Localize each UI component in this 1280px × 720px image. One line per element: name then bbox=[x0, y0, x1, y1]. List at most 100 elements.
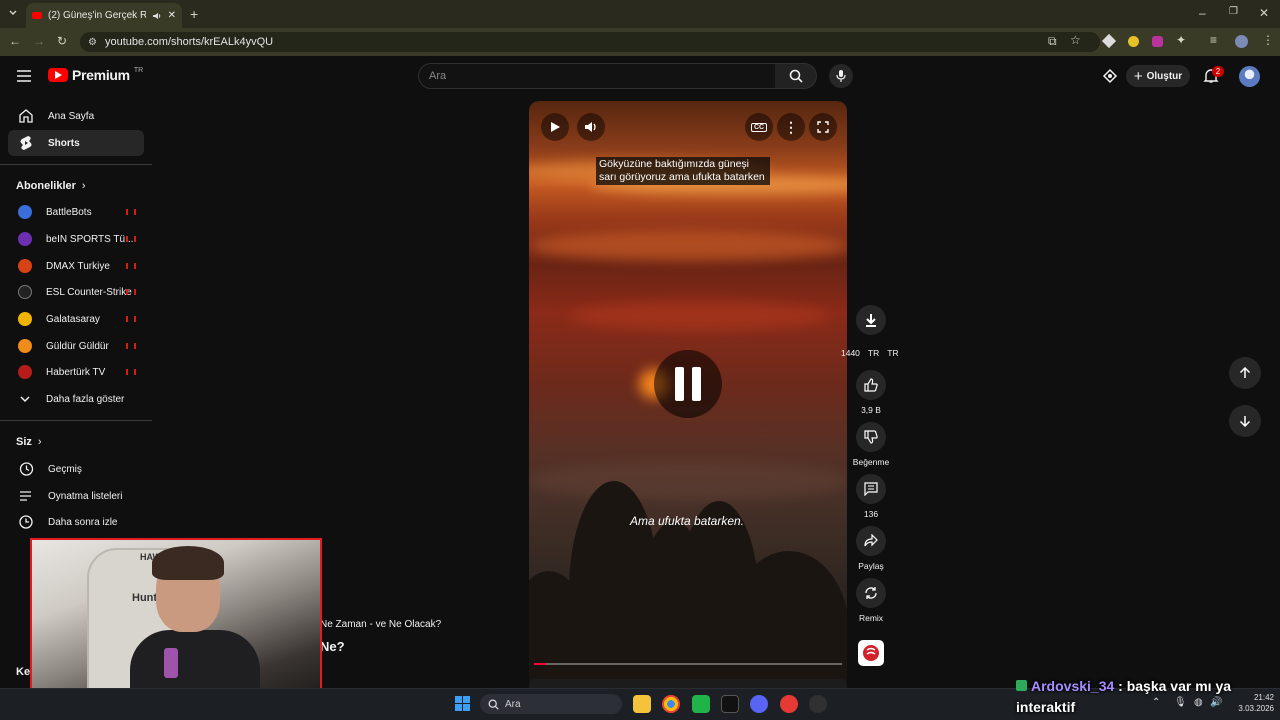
subscription-item[interactable]: beIN SPORTS Tü... bbox=[8, 226, 144, 252]
sidebar-item-home[interactable]: Ana Sayfa bbox=[8, 103, 144, 129]
account-avatar[interactable] bbox=[1239, 66, 1260, 87]
live-indicator-icon bbox=[126, 236, 136, 242]
create-button[interactable]: + Oluştur bbox=[1126, 65, 1190, 87]
extension-pink-icon[interactable] bbox=[1152, 36, 1163, 47]
restore-icon[interactable]: ❐ bbox=[1229, 6, 1238, 17]
you-title: Siz bbox=[16, 436, 32, 448]
pause-bar bbox=[692, 367, 701, 401]
download-button[interactable] bbox=[856, 305, 886, 335]
next-short-button[interactable] bbox=[1229, 405, 1261, 437]
haze bbox=[529, 461, 847, 501]
history-icon bbox=[19, 462, 34, 476]
close-window-icon[interactable]: ✕ bbox=[1259, 6, 1269, 20]
comments-button[interactable] bbox=[856, 474, 886, 504]
channel-name: Güldür Güldür bbox=[46, 340, 109, 352]
show-more-button[interactable]: Daha fazla göster bbox=[8, 386, 144, 412]
youtube-logo[interactable]: Premium TR bbox=[48, 67, 143, 83]
reading-list-icon[interactable]: ≡ bbox=[1210, 33, 1217, 47]
browser-tab[interactable]: (2) Güneş'in Gerçek Rengi N ✕ bbox=[26, 3, 182, 28]
pause-overlay-button[interactable] bbox=[654, 350, 722, 418]
profile-avatar-icon[interactable] bbox=[1235, 35, 1248, 48]
sidebar-item-label: Ana Sayfa bbox=[48, 110, 95, 122]
subscriptions-heading[interactable]: Abonelikler › bbox=[16, 180, 86, 192]
chevron-right-icon: › bbox=[37, 436, 42, 448]
sidebar-item-watch-later[interactable]: Daha sonra izle bbox=[8, 509, 144, 535]
back-icon[interactable]: ← bbox=[9, 34, 21, 48]
stream-chat-message: Ardovski_34 : başka var mı ya interaktif bbox=[1016, 676, 1280, 718]
shorts-icon bbox=[20, 136, 32, 150]
subscription-item[interactable]: Galatasaray bbox=[8, 306, 144, 332]
partial-section-heading: Ke bbox=[16, 666, 31, 678]
subscription-item[interactable]: DMAX Turkiye bbox=[8, 253, 144, 279]
cast-icon[interactable] bbox=[1102, 68, 1118, 84]
bookmark-star-icon[interactable]: ☆ bbox=[1070, 33, 1081, 47]
taskbar-search-placeholder: Ara bbox=[505, 698, 521, 710]
microphone-light bbox=[164, 648, 178, 678]
sidebar-item-label: Shorts bbox=[48, 137, 80, 149]
new-tab-icon[interactable]: + bbox=[190, 6, 198, 22]
remix-button[interactable] bbox=[856, 578, 886, 608]
site-info-icon[interactable]: ⚙ bbox=[88, 37, 97, 48]
subscription-item[interactable]: Güldür Güldür bbox=[8, 333, 144, 359]
subscription-item[interactable]: ESL Counter-Strike bbox=[8, 279, 144, 305]
play-icon bbox=[551, 122, 560, 132]
channel-avatar bbox=[18, 365, 32, 379]
minimize-icon[interactable]: – bbox=[1199, 6, 1206, 20]
channel-avatar bbox=[18, 232, 32, 246]
video-progress-bar[interactable] bbox=[534, 663, 842, 665]
notification-badge: 2 bbox=[1212, 66, 1224, 77]
live-indicator-icon bbox=[126, 343, 136, 349]
captions-button[interactable]: CC bbox=[745, 113, 773, 141]
voice-search-button[interactable] bbox=[829, 64, 853, 88]
forward-icon[interactable]: → bbox=[33, 34, 45, 48]
obs-icon[interactable] bbox=[809, 695, 827, 713]
sound-source-thumbnail[interactable] bbox=[858, 640, 884, 666]
search-button[interactable] bbox=[775, 63, 817, 89]
chat-badge-icon bbox=[1016, 680, 1027, 691]
sidebar-item-history[interactable]: Geçmiş bbox=[8, 456, 144, 482]
chrome-taskbar-icon[interactable] bbox=[662, 695, 680, 713]
share-button[interactable] bbox=[856, 526, 886, 556]
address-bar[interactable]: ⚙ youtube.com/shorts/krEALk4yvQU bbox=[80, 32, 1100, 52]
previous-short-button[interactable] bbox=[1229, 357, 1261, 389]
audio-playing-icon[interactable] bbox=[152, 11, 162, 21]
fullscreen-button[interactable] bbox=[809, 113, 837, 141]
partial-video-title: Ne Zaman - ve Ne Olacak? bbox=[320, 619, 442, 630]
sidebar-item-shorts[interactable]: Shorts bbox=[8, 130, 144, 156]
subscription-item[interactable]: BattleBots bbox=[8, 199, 144, 225]
windows-start-icon[interactable] bbox=[455, 696, 470, 711]
plus-icon: + bbox=[1133, 67, 1143, 85]
video-burned-text: Ama ufukta batarken. bbox=[629, 514, 745, 528]
volume-button[interactable] bbox=[577, 113, 605, 141]
reload-icon[interactable]: ↻ bbox=[57, 34, 67, 48]
arrow-up-icon bbox=[1239, 367, 1251, 378]
tradingview-icon[interactable] bbox=[721, 695, 739, 713]
channel-name: ESL Counter-Strike bbox=[46, 286, 132, 298]
file-explorer-icon[interactable] bbox=[633, 695, 651, 713]
app-green-icon[interactable] bbox=[692, 695, 710, 713]
discord-icon[interactable] bbox=[750, 695, 768, 713]
streamer-webcam: HAWK Hunter bbox=[30, 538, 322, 702]
play-button[interactable] bbox=[541, 113, 569, 141]
search-input[interactable]: Ara bbox=[418, 63, 776, 89]
tab-list-icon[interactable] bbox=[8, 7, 18, 17]
more-options-button[interactable]: ⋮ bbox=[777, 113, 805, 141]
taskbar-search[interactable]: Ara bbox=[480, 694, 622, 714]
channel-name: Galatasaray bbox=[46, 313, 100, 325]
dislike-button[interactable] bbox=[856, 422, 886, 452]
live-indicator-icon bbox=[126, 316, 136, 322]
close-tab-icon[interactable]: ✕ bbox=[168, 10, 176, 21]
more-vert-icon: ⋮ bbox=[784, 118, 798, 135]
install-app-icon[interactable]: ⧉ bbox=[1048, 34, 1057, 49]
media-player-icon[interactable] bbox=[780, 695, 798, 713]
subscription-item[interactable]: Habertürk TV bbox=[8, 359, 144, 385]
hamburger-menu-icon[interactable] bbox=[16, 70, 32, 82]
channel-logo-icon bbox=[863, 645, 879, 661]
thumbs-up-icon bbox=[864, 378, 878, 392]
chrome-menu-icon[interactable]: ⋮ bbox=[1262, 33, 1274, 47]
you-heading[interactable]: Siz › bbox=[16, 436, 42, 448]
extensions-puzzle-icon[interactable]: ✦ bbox=[1176, 33, 1186, 47]
extension-coin-icon[interactable] bbox=[1128, 36, 1139, 47]
like-button[interactable] bbox=[856, 370, 886, 400]
sidebar-item-playlists[interactable]: Oynatma listeleri bbox=[8, 483, 144, 509]
